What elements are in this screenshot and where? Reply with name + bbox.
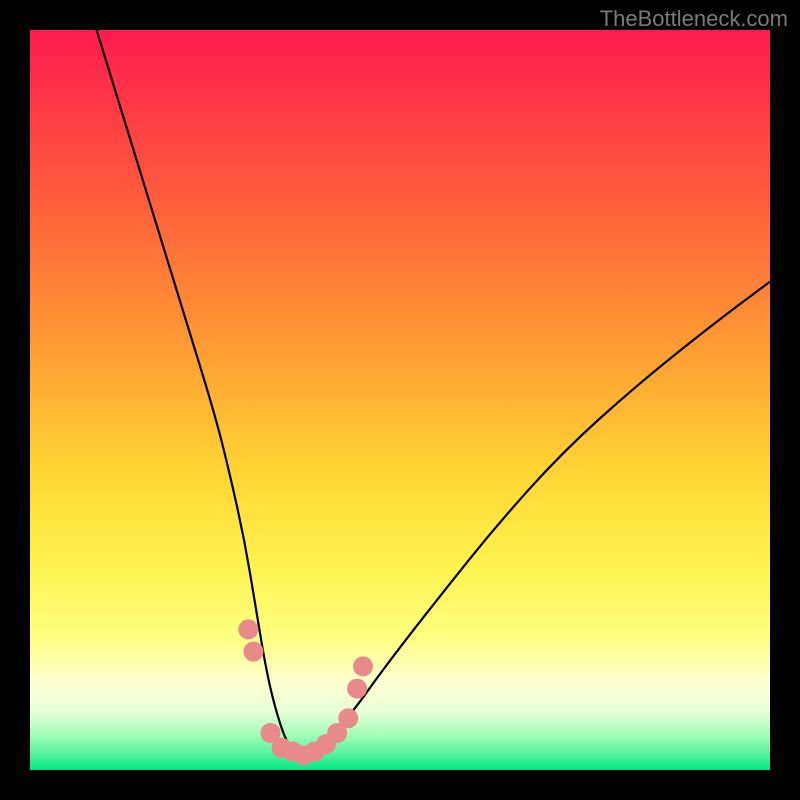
bottleneck-curve <box>97 30 770 753</box>
highlight-marker <box>353 656 373 676</box>
highlight-marker <box>243 642 263 662</box>
highlight-marker <box>238 619 258 639</box>
curve-layer <box>30 30 770 770</box>
highlight-marker <box>347 679 367 699</box>
highlight-markers <box>238 619 373 765</box>
highlight-marker <box>338 708 358 728</box>
watermark-text: TheBottleneck.com <box>600 6 788 32</box>
chart-frame: TheBottleneck.com <box>0 0 800 800</box>
